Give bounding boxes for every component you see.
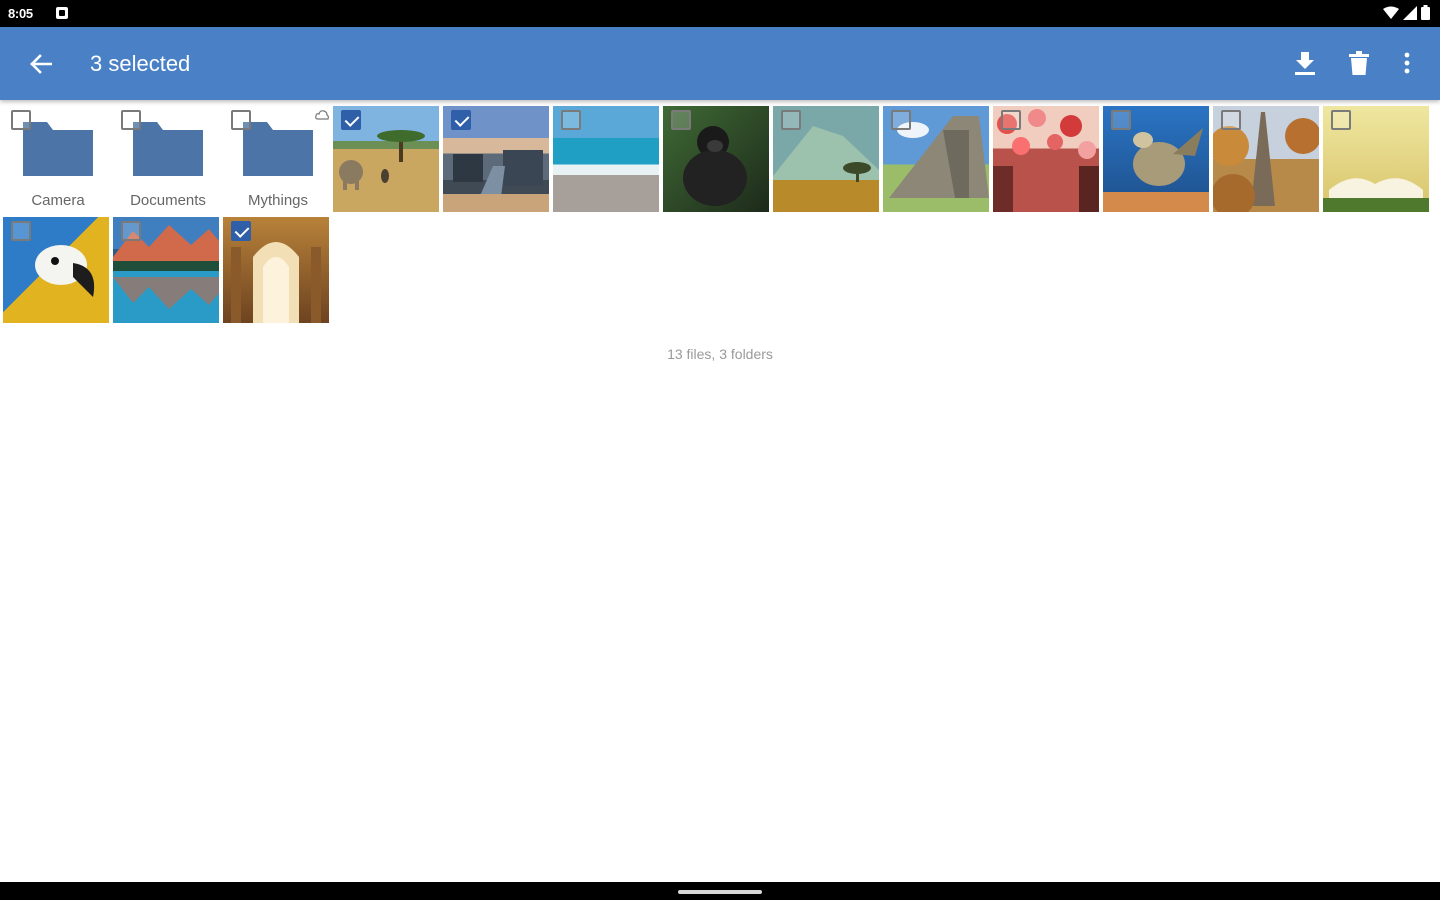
select-checkbox[interactable]: [781, 110, 801, 130]
delete-button[interactable]: [1341, 45, 1377, 81]
select-checkbox[interactable]: [561, 110, 581, 130]
folder-icon: [23, 122, 93, 176]
select-checkbox[interactable]: [121, 110, 141, 130]
select-checkbox[interactable]: [11, 221, 31, 241]
select-checkbox[interactable]: [121, 221, 141, 241]
download-icon: [1295, 52, 1315, 75]
folder-label: Camera: [31, 192, 85, 209]
signal-icon: [1403, 5, 1417, 20]
select-checkbox[interactable]: [1221, 110, 1241, 130]
select-checkbox[interactable]: [11, 110, 31, 130]
photo-beach-waves[interactable]: [553, 100, 659, 212]
download-button[interactable]: [1287, 45, 1323, 81]
photo-sea-turtle[interactable]: [1103, 100, 1209, 212]
system-icons: [1383, 5, 1430, 20]
cloud-sync-icon: [315, 110, 329, 120]
photo-street-umbrellas[interactable]: [993, 100, 1099, 212]
photo-mountain-lake[interactable]: [113, 211, 219, 323]
notification-icon: [56, 7, 68, 19]
photo-open-book[interactable]: [1323, 100, 1429, 212]
select-checkbox[interactable]: [231, 110, 251, 130]
back-button[interactable]: [24, 47, 58, 81]
more-vert-icon: [1404, 52, 1410, 74]
back-arrow-icon: [30, 54, 52, 74]
navigation-bar: [0, 882, 1440, 900]
folder-icon: [243, 122, 313, 176]
folder-documents[interactable]: Documents: [113, 100, 219, 210]
select-checkbox[interactable]: [341, 110, 361, 130]
delete-icon: [1349, 51, 1369, 75]
folder-mythings[interactable]: Mythings: [223, 100, 329, 210]
select-checkbox[interactable]: [671, 110, 691, 130]
select-checkbox[interactable]: [451, 110, 471, 130]
select-checkbox[interactable]: [891, 110, 911, 130]
photo-eiffel-tower-autumn[interactable]: [1213, 100, 1319, 212]
app-bar: 3 selected: [0, 27, 1440, 100]
status-time: 8:05: [8, 6, 33, 21]
folder-label: Mythings: [247, 192, 309, 209]
selection-count-title: 3 selected: [90, 51, 191, 76]
photo-mountain-plain[interactable]: [773, 100, 879, 212]
photo-savanna-elephants[interactable]: [333, 100, 439, 212]
more-options-button[interactable]: [1389, 45, 1425, 81]
photo-palace-arches[interactable]: [223, 211, 329, 323]
photo-pyramid[interactable]: [883, 100, 989, 212]
photo-macaw[interactable]: [3, 211, 109, 323]
folder-icon: [133, 122, 203, 176]
photo-coastal-city[interactable]: [443, 100, 549, 212]
select-checkbox[interactable]: [231, 221, 251, 241]
folder-camera[interactable]: Camera: [3, 100, 109, 210]
select-checkbox[interactable]: [1001, 110, 1021, 130]
wifi-icon: [1383, 6, 1399, 19]
battery-icon: [1421, 5, 1430, 20]
home-gesture-handle[interactable]: [678, 890, 762, 894]
select-checkbox[interactable]: [1331, 110, 1351, 130]
status-bar: 8:05: [0, 0, 1440, 27]
folder-label: Documents: [130, 192, 206, 209]
file-summary: 13 files, 3 folders: [667, 346, 773, 362]
select-checkbox[interactable]: [1111, 110, 1131, 130]
photo-gorilla[interactable]: [663, 100, 769, 212]
